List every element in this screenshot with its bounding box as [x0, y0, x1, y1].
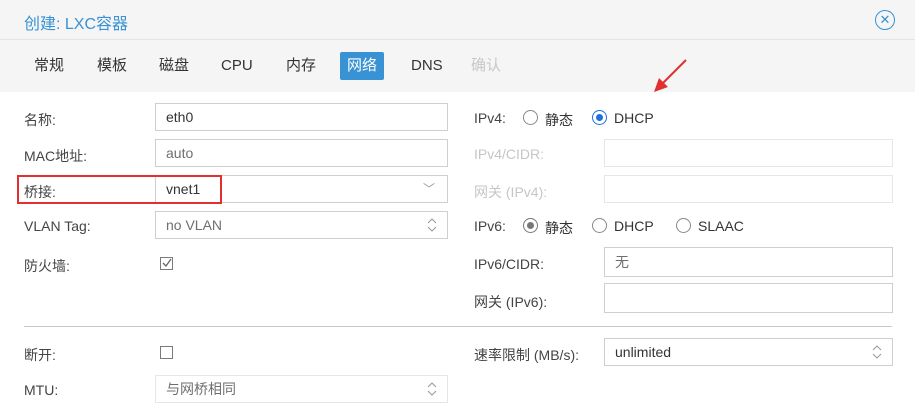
vlan-spinner[interactable]: no VLAN: [155, 211, 448, 239]
annotation-arrow-icon: [654, 59, 687, 92]
check-icon: [162, 258, 172, 268]
ipv4-dhcp-label: DHCP: [614, 110, 654, 126]
tab-memory[interactable]: 内存: [279, 52, 323, 80]
ipv6-dhcp-radio[interactable]: [592, 218, 607, 233]
ipv6-cidr-label: IPv6/CIDR:: [474, 256, 545, 272]
section-divider: [24, 326, 892, 327]
annotation-highlight-box: [17, 175, 222, 204]
mac-label: MAC地址:: [24, 148, 87, 164]
tab-general[interactable]: 常规: [27, 52, 71, 80]
chevron-down-icon[interactable]: ﹀: [423, 176, 435, 202]
tab-dns[interactable]: DNS: [404, 52, 450, 80]
ipv6-label: IPv6:: [474, 218, 506, 234]
gateway-ipv6-label: 网关 (IPv6):: [474, 294, 548, 310]
disconnect-label: 断开:: [24, 347, 56, 363]
firewall-label: 防火墙:: [24, 258, 70, 274]
firewall-checkbox[interactable]: [160, 257, 173, 270]
close-icon[interactable]: ✕: [875, 10, 895, 30]
rate-limit-spinner[interactable]: unlimited: [604, 338, 893, 366]
mtu-label: MTU:: [24, 382, 59, 398]
tab-disk[interactable]: 磁盘: [152, 52, 196, 80]
name-field[interactable]: eth0: [155, 103, 448, 131]
mtu-spinner[interactable]: 与网桥相同: [155, 375, 448, 403]
gateway-ipv6-field[interactable]: [604, 283, 893, 313]
vlan-value: no VLAN: [166, 217, 223, 233]
tab-template[interactable]: 模板: [90, 52, 134, 80]
gateway-ipv4-field[interactable]: [604, 175, 893, 203]
spinner-icon[interactable]: [427, 217, 437, 233]
spinner-icon[interactable]: [872, 344, 882, 360]
rate-limit-label: 速率限制 (MB/s):: [474, 347, 579, 363]
gateway-ipv4-label: 网关 (IPv4):: [474, 184, 548, 200]
ipv4-label: IPv4:: [474, 110, 506, 126]
dialog-titlebar: 创建: LXC容器 ✕: [0, 0, 915, 40]
tab-confirm: 确认: [471, 57, 502, 74]
ipv4-static-label: 静态: [545, 112, 573, 128]
ipv4-static-radio[interactable]: [523, 110, 538, 125]
ipv4-cidr-label: IPv4/CIDR:: [474, 146, 545, 162]
vlan-label: VLAN Tag:: [24, 218, 91, 234]
ipv4-dhcp-radio[interactable]: [592, 110, 607, 125]
ipv6-static-label: 静态: [545, 220, 573, 236]
mtu-value: 与网桥相同: [166, 381, 236, 397]
ipv6-dhcp-label: DHCP: [614, 218, 654, 234]
spinner-icon[interactable]: [427, 381, 437, 397]
ipv4-cidr-field[interactable]: [604, 139, 893, 167]
ipv6-static-radio[interactable]: [523, 218, 538, 233]
ipv6-slaac-label: SLAAC: [698, 218, 744, 234]
mac-value: auto: [166, 145, 194, 161]
tab-network[interactable]: 网络: [340, 52, 385, 80]
rate-limit-value: unlimited: [615, 344, 672, 360]
dialog-title: 创建: LXC容器: [24, 16, 129, 33]
tab-cpu[interactable]: CPU: [214, 52, 260, 80]
tab-bar: 常规 模板 磁盘 CPU 内存 网络 DNS 确认: [0, 40, 915, 92]
mac-field[interactable]: auto: [155, 139, 448, 167]
name-value: eth0: [166, 109, 194, 125]
ipv6-cidr-value: 无: [615, 254, 629, 270]
name-label: 名称:: [24, 112, 56, 128]
disconnect-checkbox[interactable]: [160, 346, 173, 359]
ipv6-cidr-field[interactable]: 无: [604, 247, 893, 277]
ipv6-slaac-radio[interactable]: [676, 218, 691, 233]
